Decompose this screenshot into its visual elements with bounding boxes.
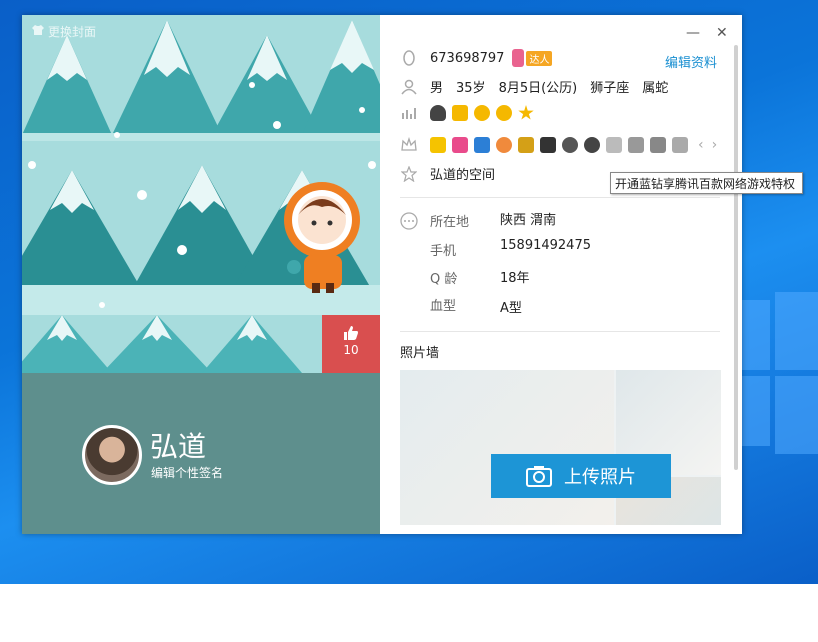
minimize-button[interactable]: — [686,25,700,41]
gender: 男 [430,81,444,96]
vip-star-icon[interactable] [430,137,446,153]
qq-number-row: 673698797 达人 [400,49,553,67]
more-dots-icon [400,212,418,230]
change-cover-label: 更换封面 [48,25,97,39]
blue-diamond-icon[interactable] [606,137,622,153]
level-row [400,104,540,122]
detail-value-qq-age: 18年 [500,271,530,286]
cover-panel: 更换封面 10 弘道 编辑个性签名 [22,15,380,534]
divider [400,331,720,332]
privileges-row: ‹ › [400,136,717,154]
star-outline-icon [400,165,418,183]
photo-wall-title: 照片墙 [400,346,440,361]
nickname: 弘道 [150,430,207,463]
upload-photo-button[interactable]: 上传照片 [491,454,671,498]
age: 35岁 [456,81,486,96]
like-count: 10 [343,343,359,357]
detail-label-phone: 手机 [430,244,457,259]
detail-value-phone: 15891492475 [500,238,591,253]
detail-label-blood: 血型 [430,299,457,314]
white-strip [0,584,818,642]
basic-info-row: 男 35岁 8月5日(公历) 狮子座 属蛇 [400,77,668,96]
diamond-icon[interactable] [628,137,644,153]
photo-thumb[interactable] [400,370,614,525]
chinese-zodiac: 属蛇 [642,81,669,96]
like-button[interactable]: 10 [322,315,380,373]
character-icon[interactable] [518,137,534,153]
penguin-badge-icon[interactable] [562,137,578,153]
thumbs-up-icon [344,326,358,340]
profile-window: 更换封面 10 弘道 编辑个性签名 — ✕ 673698797 达人 编辑资料 [22,15,742,534]
upload-photo-label: 上传照片 [564,467,636,488]
tooltip: 开通蓝钻享腾讯百款网络游戏特权 [610,172,803,194]
scrollbar[interactable] [734,45,738,470]
moon-icon [474,105,490,121]
space-row[interactable]: 弘道的空间 [400,164,495,183]
close-button[interactable]: ✕ [716,25,728,41]
diamond-icon[interactable] [650,137,666,153]
expert-badge[interactable]: 达人 [512,49,553,67]
game-face-icon[interactable] [496,137,512,153]
camera-icon [526,466,552,487]
moon-icon [496,105,512,121]
zodiac: 狮子座 [590,81,630,96]
star-icon [518,105,534,120]
chevron-left-icon[interactable]: ‹ [698,137,704,153]
space-link[interactable]: 弘道的空间 [430,164,495,183]
detail-label-qq-age: Q 龄 [430,272,458,287]
diamond-icon[interactable] [672,137,688,153]
photo-icon[interactable] [474,137,490,153]
penguin-badge-icon[interactable] [584,137,600,153]
sun-level-icon [430,105,446,121]
shirt-icon [32,24,44,39]
phone-icon [512,49,525,67]
edit-profile-link[interactable]: 编辑资料 [665,52,717,71]
signature-edit[interactable]: 编辑个性签名 [151,464,223,481]
chevron-right-icon[interactable]: › [712,137,718,153]
detail-value-location: 陕西 渭南 [500,213,557,228]
change-cover-button[interactable]: 更换封面 [32,23,96,40]
detail-label-location: 所在地 [430,215,470,230]
crown-outline-icon [400,136,418,154]
qq-number: 673698797 [430,50,505,66]
person-icon [400,78,418,96]
crown-icon [452,105,468,121]
level-chart-icon [400,104,418,122]
divider [400,197,720,198]
photo-wall: 上传照片 [400,370,721,525]
info-panel: — ✕ 673698797 达人 编辑资料 男 35岁 8月5日(公历) 狮子座… [380,15,742,534]
avatar[interactable] [82,425,142,485]
dark-character-icon[interactable] [540,137,556,153]
birthday: 8月5日(公历) [498,81,578,96]
penguin-icon [400,49,418,67]
detail-value-blood: A型 [500,301,522,316]
app-icon[interactable] [452,137,468,153]
